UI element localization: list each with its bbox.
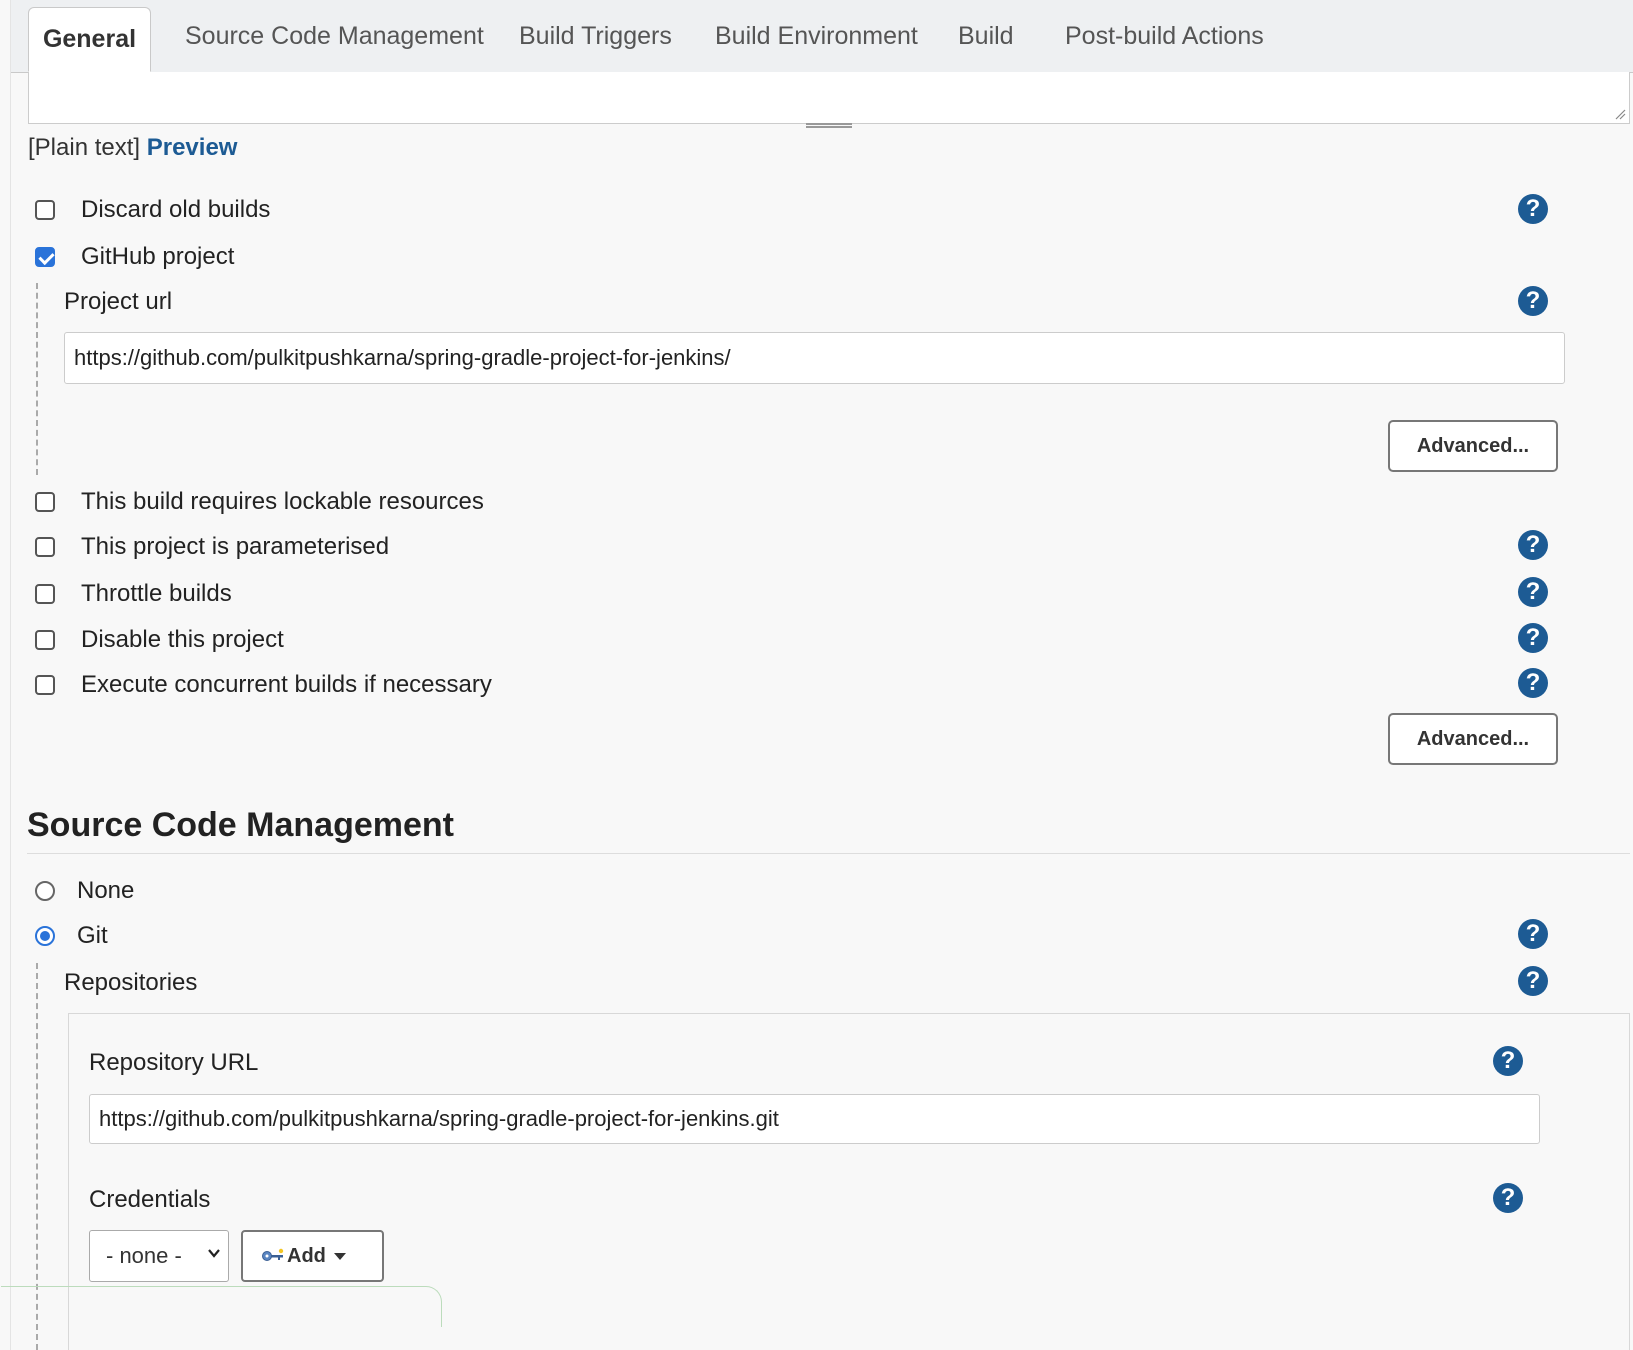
footer-edge — [1, 1286, 442, 1327]
throttle-builds-label: Throttle builds — [81, 580, 232, 607]
parameterised-option[interactable]: This project is parameterised — [35, 533, 389, 561]
github-project-label: GitHub project — [81, 243, 235, 270]
project-url-label: Project url — [64, 288, 173, 315]
help-icon[interactable]: ? — [1518, 966, 1548, 996]
help-icon[interactable]: ? — [1518, 286, 1548, 316]
scm-git-radio[interactable] — [35, 926, 55, 946]
config-tab-bar: General Source Code Management Build Tri… — [11, 0, 1633, 73]
help-icon[interactable]: ? — [1518, 668, 1548, 698]
section-divider — [27, 853, 1630, 854]
scm-none-label: None — [77, 877, 135, 904]
tab-build[interactable]: Build — [958, 0, 1014, 72]
tab-source-code-management[interactable]: Source Code Management — [185, 0, 484, 72]
tab-build-environment[interactable]: Build Environment — [715, 0, 918, 72]
advanced-button[interactable]: Advanced... — [1388, 713, 1558, 765]
tab-post-build-actions[interactable]: Post-build Actions — [1065, 0, 1264, 72]
concurrent-builds-option[interactable]: Execute concurrent builds if necessary — [35, 671, 492, 699]
concurrent-builds-checkbox[interactable] — [35, 675, 55, 695]
repository-url-input[interactable]: https://github.com/pulkitpushkarna/sprin… — [89, 1094, 1540, 1144]
parameterised-checkbox[interactable] — [35, 537, 55, 557]
textarea-drag-grip[interactable] — [806, 123, 852, 128]
chevron-down-icon — [208, 1249, 220, 1258]
repository-url-label: Repository URL — [89, 1049, 259, 1076]
throttle-builds-checkbox[interactable] — [35, 584, 55, 604]
parameterised-label: This project is parameterised — [81, 533, 390, 560]
lockable-resources-option[interactable]: This build requires lockable resources — [35, 488, 484, 516]
credentials-label: Credentials — [89, 1186, 211, 1213]
tab-general[interactable]: General — [28, 7, 151, 72]
key-icon — [262, 1248, 284, 1261]
help-icon[interactable]: ? — [1518, 919, 1548, 949]
resize-handle-icon[interactable] — [1614, 108, 1626, 120]
plain-text-label: [Plain text] — [28, 134, 141, 161]
disable-project-option[interactable]: Disable this project — [35, 626, 284, 654]
description-format-line: [Plain text] Preview — [28, 134, 237, 162]
discard-old-builds-label: Discard old builds — [81, 196, 271, 223]
github-project-checkbox[interactable] — [35, 247, 55, 267]
help-icon[interactable]: ? — [1518, 577, 1548, 607]
credentials-select[interactable]: - none - — [89, 1230, 229, 1282]
nested-section-guide — [36, 283, 38, 475]
github-project-option[interactable]: GitHub project — [35, 243, 234, 271]
discard-old-builds-option[interactable]: Discard old builds — [35, 196, 270, 224]
scm-git-label: Git — [77, 922, 108, 949]
advanced-button[interactable]: Advanced... — [1388, 420, 1558, 472]
help-icon[interactable]: ? — [1493, 1183, 1523, 1213]
disable-project-label: Disable this project — [81, 626, 284, 653]
description-textarea[interactable] — [28, 72, 1630, 128]
tab-build-triggers[interactable]: Build Triggers — [519, 0, 672, 72]
help-icon[interactable]: ? — [1518, 530, 1548, 560]
lockable-resources-checkbox[interactable] — [35, 492, 55, 512]
scm-git-option[interactable]: Git — [35, 922, 108, 950]
help-icon[interactable]: ? — [1518, 194, 1548, 224]
help-icon[interactable]: ? — [1493, 1046, 1523, 1076]
discard-old-builds-checkbox[interactable] — [35, 200, 55, 220]
scm-none-radio[interactable] — [35, 881, 55, 901]
help-icon[interactable]: ? — [1518, 623, 1548, 653]
throttle-builds-option[interactable]: Throttle builds — [35, 580, 232, 608]
project-url-input[interactable]: https://github.com/pulkitpushkarna/sprin… — [64, 332, 1565, 384]
disable-project-checkbox[interactable] — [35, 630, 55, 650]
add-button-label: Add — [287, 1244, 326, 1267]
job-config-page: General Source Code Management Build Tri… — [1, 0, 1633, 1350]
lockable-resources-label: This build requires lockable resources — [81, 488, 484, 515]
scm-section-title: Source Code Management — [27, 806, 454, 844]
caret-down-icon — [333, 1252, 346, 1260]
scm-none-option[interactable]: None — [35, 877, 134, 905]
add-credentials-button[interactable]: Add — [241, 1230, 384, 1282]
preview-link[interactable]: Preview — [147, 134, 238, 161]
credentials-selected-value: - none - — [106, 1243, 182, 1268]
repositories-label: Repositories — [64, 969, 198, 996]
concurrent-builds-label: Execute concurrent builds if necessary — [81, 671, 492, 698]
